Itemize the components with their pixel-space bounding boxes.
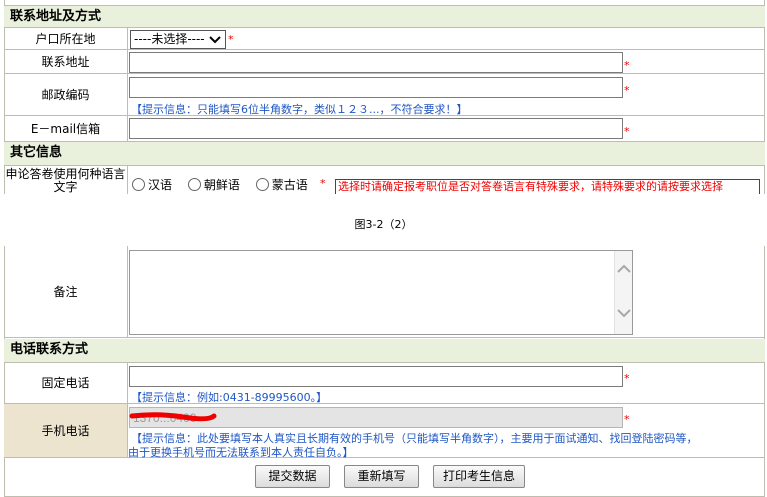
household-required: * [228,33,234,46]
option-mongolian-label: 蒙古语 [271,178,308,192]
reset-button[interactable]: 重新填写 [344,465,419,488]
postcode-required: * [624,84,630,97]
postcode-hint: 【提示信息：只能填写6位半角数字，类似１２３...，不符合要求！】 [131,103,468,116]
household-select-value: ----未选择---- [134,32,205,46]
option-mongolian[interactable]: 蒙古语 [255,178,308,192]
language-warning: 选择时请确定报考职位是否对答卷语言有特殊要求，请特殊要求的请按要求选择 [335,179,760,194]
email-required: * [624,125,630,138]
chevron-down-icon [209,36,221,44]
remarks-scrollbar[interactable] [614,251,632,334]
household-select[interactable]: ----未选择---- [130,30,226,49]
section-header-contact: 联系地址及方式 [4,5,765,28]
landline-input[interactable] [129,366,623,387]
household-label: 户口所在地 [4,28,128,50]
landline-hint: 【提示信息：例如:0431-89995600。】 [131,391,328,404]
option-han-label: 汉语 [148,178,173,192]
section-header-phone: 电话联系方式 [4,339,765,363]
mobile-required: * [624,413,630,426]
option-han[interactable]: 汉语 [132,178,172,192]
scroll-up-icon[interactable] [617,264,631,274]
print-button[interactable]: 打印考生信息 [433,465,525,488]
option-korean[interactable]: 朝鲜语 [187,178,240,192]
email-input[interactable] [129,118,623,139]
redaction-mark [129,412,217,422]
radio-korean[interactable] [187,178,201,191]
language-options: 汉语 朝鲜语 蒙古语 [132,176,308,193]
option-korean-label: 朝鲜语 [203,178,240,192]
landline-required: * [624,372,630,385]
address-label: 联系地址 [4,50,128,74]
mobile-label: 手机电话 [4,404,128,458]
landline-label: 固定电话 [4,363,128,404]
language-required: * [320,177,326,190]
postcode-label: 邮政编码 [4,74,128,116]
submit-button[interactable]: 提交数据 [255,465,330,488]
remarks-label: 备注 [4,246,128,338]
postcode-input[interactable] [129,77,623,98]
figure-caption: 图3-2（2） [354,218,413,231]
email-label: E－mail信箱 [4,116,128,142]
section-header-other: 其它信息 [4,142,765,166]
address-input[interactable] [129,52,623,73]
remarks-textarea[interactable] [129,250,633,335]
radio-han[interactable] [132,178,145,191]
address-required: * [624,59,630,72]
scroll-down-icon[interactable] [617,308,631,318]
radio-mongolian[interactable] [255,178,269,191]
language-label: 申论答卷使用何种语言文字 [4,166,128,194]
